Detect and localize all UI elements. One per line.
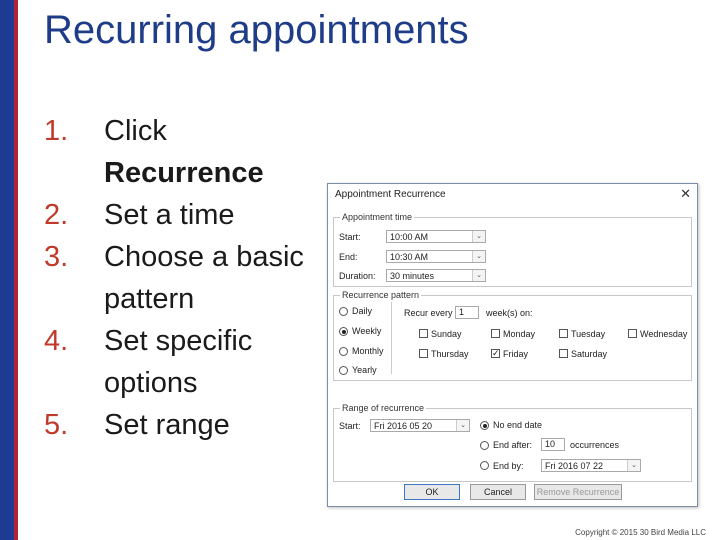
start-time-label: Start: — [339, 232, 361, 242]
range-start-combo[interactable]: Fri 2016 05 20 ⌄ — [370, 419, 470, 432]
slide-title: Recurring appointments — [44, 8, 469, 52]
no-end-date-label: No end date — [493, 420, 543, 430]
step-1: 1. Click Recurrence — [44, 110, 334, 194]
weekly-label: Weekly — [352, 326, 382, 336]
range-of-recurrence-group: Range of recurrence Start: Fri 2016 05 2… — [333, 403, 692, 482]
friday-label: Friday — [503, 349, 529, 359]
group-label: Recurrence pattern — [340, 290, 422, 300]
end-by-radio[interactable] — [480, 461, 489, 470]
step-2: 2. Set a time — [44, 194, 334, 236]
end-by-combo[interactable]: Fri 2016 07 22 ⌄ — [541, 459, 641, 472]
chevron-down-icon[interactable]: ⌄ — [472, 231, 485, 242]
step-3: 3. Choose a basic pattern — [44, 236, 334, 320]
remove-recurrence-button[interactable]: Remove Recurrence — [534, 484, 622, 500]
chevron-down-icon[interactable]: ⌄ — [627, 460, 640, 471]
step-number: 4. — [44, 325, 69, 357]
thursday-checkbox[interactable] — [419, 349, 428, 358]
daily-radio[interactable] — [339, 307, 348, 316]
end-by-label: End by: — [493, 461, 524, 471]
saturday-label: Saturday — [571, 349, 608, 359]
step-number: 3. — [44, 241, 69, 273]
yearly-label: Yearly — [352, 365, 377, 375]
friday-checkbox[interactable]: ✓ — [491, 349, 500, 358]
end-after-radio[interactable] — [480, 441, 489, 450]
tuesday-checkbox[interactable] — [559, 329, 568, 338]
saturday-checkbox[interactable] — [559, 349, 568, 358]
monthly-label: Monthly — [352, 346, 384, 356]
yearly-radio[interactable] — [339, 366, 348, 375]
no-end-date-radio[interactable] — [480, 421, 489, 430]
daily-label: Daily — [352, 306, 373, 316]
wednesday-label: Wednesday — [640, 329, 688, 339]
dialog-title: Appointment Recurrence — [335, 189, 446, 200]
end-after-label: End after: — [493, 440, 533, 450]
copyright-text: Copyright © 2015 30 Bird Media LLC — [575, 528, 706, 537]
duration-combo[interactable]: 30 minutes ⌄ — [386, 269, 486, 282]
weekly-radio[interactable] — [339, 327, 348, 336]
group-label: Range of recurrence — [340, 403, 427, 413]
chevron-down-icon[interactable]: ⌄ — [472, 251, 485, 262]
end-after-input[interactable]: 10 — [541, 438, 565, 451]
wednesday-checkbox[interactable] — [628, 329, 637, 338]
chevron-down-icon[interactable]: ⌄ — [472, 270, 485, 281]
monthly-radio[interactable] — [339, 347, 348, 356]
step-number: 5. — [44, 409, 69, 441]
occurrences-label: occurrences — [570, 440, 620, 450]
monday-checkbox[interactable] — [491, 329, 500, 338]
sunday-checkbox[interactable] — [419, 329, 428, 338]
recur-every-input[interactable]: 1 — [455, 306, 479, 319]
steps-list: 1. Click Recurrence 2. Set a time 3. Cho… — [44, 110, 334, 446]
start-time-combo[interactable]: 10:00 AM ⌄ — [386, 230, 486, 243]
step-4: 4. Set specific options — [44, 320, 334, 404]
weeks-on-label: week(s) on: — [486, 308, 533, 318]
sunday-label: Sunday — [431, 329, 462, 339]
end-time-combo[interactable]: 10:30 AM ⌄ — [386, 250, 486, 263]
end-time-label: End: — [339, 252, 358, 262]
duration-label: Duration: — [339, 271, 376, 281]
step-bold-text: Recurrence — [104, 157, 264, 189]
close-icon[interactable]: ✕ — [680, 186, 691, 202]
step-number: 1. — [44, 115, 69, 147]
ok-button[interactable]: OK — [404, 484, 460, 500]
divider — [391, 302, 392, 374]
left-accent-bar — [0, 0, 18, 540]
step-number: 2. — [44, 199, 69, 231]
cancel-button[interactable]: Cancel — [470, 484, 526, 500]
appointment-recurrence-dialog: Appointment Recurrence ✕ Appointment tim… — [327, 183, 698, 507]
left-accent-stripe — [14, 0, 18, 540]
group-label: Appointment time — [340, 212, 415, 222]
thursday-label: Thursday — [431, 349, 469, 359]
chevron-down-icon[interactable]: ⌄ — [456, 420, 469, 431]
tuesday-label: Tuesday — [571, 329, 606, 339]
recurrence-pattern-group: Recurrence pattern Daily Weekly Monthly … — [333, 290, 692, 381]
recur-every-label: Recur every — [404, 308, 453, 318]
monday-label: Monday — [503, 329, 536, 339]
appointment-time-group: Appointment time Start: 10:00 AM ⌄ End: 1… — [333, 212, 692, 287]
range-start-label: Start: — [339, 421, 361, 431]
step-5: 5. Set range — [44, 404, 334, 446]
